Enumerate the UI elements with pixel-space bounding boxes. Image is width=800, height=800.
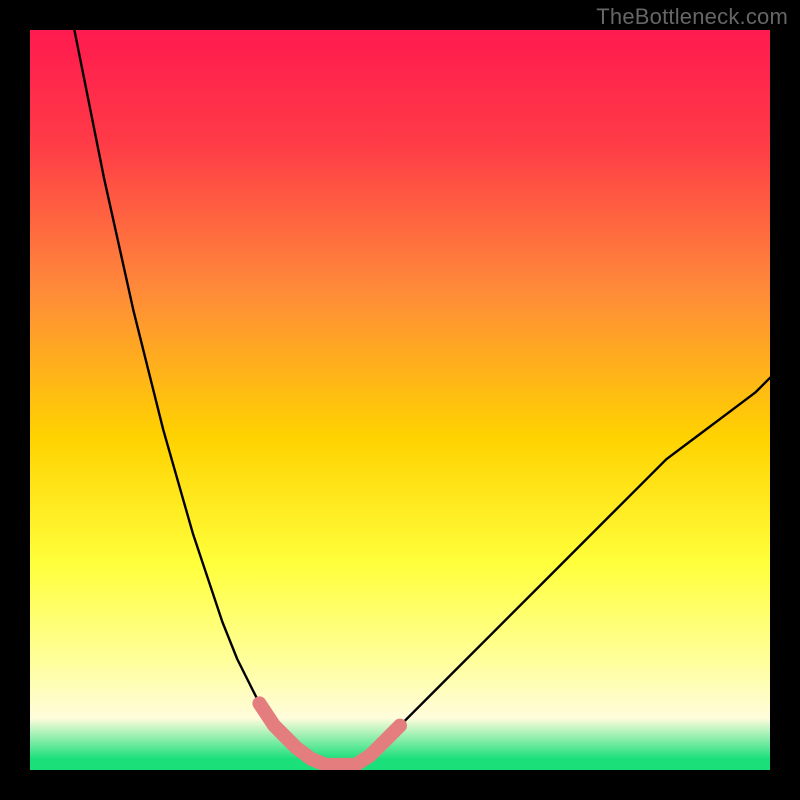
gradient-background xyxy=(30,30,770,770)
watermark-text: TheBottleneck.com xyxy=(596,4,788,30)
chart-frame: TheBottleneck.com xyxy=(0,0,800,800)
plot-area xyxy=(30,30,770,770)
bottleneck-chart xyxy=(30,30,770,770)
